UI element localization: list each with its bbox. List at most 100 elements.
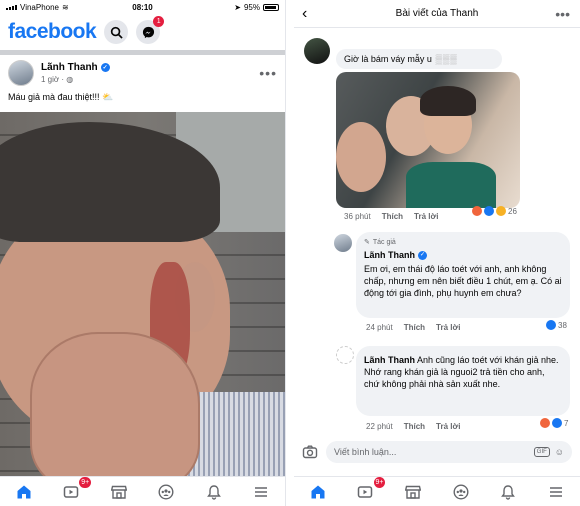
back-button[interactable]: ‹ <box>302 5 307 23</box>
tab-marketplace[interactable] <box>401 480 425 504</box>
status-bar: VinaPhone ≋ 08:10 ➤ 95% <box>0 0 285 14</box>
reply-button[interactable]: Trả lời <box>414 212 438 221</box>
signal-icon <box>6 4 17 10</box>
comment-actions: 36 phút Thích Trả lời <box>344 212 438 221</box>
tab-groups[interactable] <box>449 480 473 504</box>
bell-icon <box>206 484 221 500</box>
comment-bubble: Lãnh Thanh Anh cũng láo toét với khán gi… <box>356 346 570 416</box>
author-badge: ✎ Tác giả <box>364 238 562 247</box>
search-button[interactable] <box>104 20 129 44</box>
comments-title: Bài viết của Thanh <box>395 8 479 19</box>
messenger-button[interactable]: 1 <box>136 16 165 44</box>
author-avatar[interactable] <box>334 234 352 252</box>
carrier-info: VinaPhone ≋ <box>6 3 69 12</box>
post-options-button[interactable]: ••• <box>259 65 277 81</box>
location-icon: ➤ <box>234 2 241 12</box>
tab-menu[interactable] <box>544 480 568 504</box>
video-icon <box>358 485 373 498</box>
panel-separator <box>286 0 294 506</box>
comment-author[interactable]: Lãnh Thanh <box>364 355 415 365</box>
comment-actions: 24 phút Thích Trả lời <box>366 323 460 332</box>
post-photo[interactable] <box>0 112 285 477</box>
bottom-tab-bar: 9+ <box>0 476 285 506</box>
comment-bubble: ✎ Tác giả Lãnh Thanh ✓ Em ơi, em thái độ… <box>356 232 570 318</box>
tab-notifications[interactable] <box>496 480 520 504</box>
comment-bubble: Giờ là bám váy mẫy u ▒▒▒ <box>336 49 502 69</box>
commenter-avatar[interactable] <box>304 38 330 64</box>
post-author-name[interactable]: Lãnh Thanh <box>41 62 98 73</box>
author-badge-label: Tác giả <box>372 239 396 246</box>
pencil-icon: ✎ <box>364 239 370 246</box>
comments-header: ‹ Bài viết của Thanh ••• <box>294 0 580 28</box>
gif-button[interactable]: GIF <box>533 447 550 457</box>
camera-icon[interactable] <box>302 444 318 460</box>
tab-home[interactable] <box>12 480 36 504</box>
comment-author[interactable]: Lãnh Thanh <box>364 249 415 261</box>
home-icon <box>17 485 31 498</box>
angry-icon <box>472 206 482 216</box>
comment-text: Giờ là bám váy mẫy u <box>344 54 432 64</box>
verified-icon: ✓ <box>100 63 110 72</box>
video-badge: 9+ <box>373 476 386 488</box>
comments-panel: ‹ Bài viết của Thanh ••• Giờ là bám váy … <box>294 0 580 506</box>
search-icon <box>110 26 123 39</box>
battery-percent: 95% <box>243 2 260 12</box>
globe-icon: ◍ <box>66 75 74 84</box>
comment-text: Em ơi, em thái độ láo toét với anh, anh … <box>364 263 562 298</box>
reaction-count: 7 <box>564 418 569 428</box>
like-button[interactable]: Thích <box>404 422 425 431</box>
haha-icon <box>496 206 506 216</box>
tab-watch[interactable]: 9+ <box>353 476 386 504</box>
reaction-count: 38 <box>558 320 567 330</box>
comment-photo[interactable] <box>336 72 520 208</box>
like-icon <box>552 418 562 428</box>
reply-button[interactable]: Trả lời <box>436 422 460 431</box>
commenter-avatar[interactable] <box>336 346 354 364</box>
groups-icon <box>158 483 174 500</box>
reaction-summary[interactable]: 26 <box>472 206 517 216</box>
messenger-badge: 1 <box>153 16 165 27</box>
reaction-summary[interactable]: 7 <box>540 418 568 428</box>
author-avatar[interactable] <box>8 60 34 86</box>
post-caption: Máu giả mà đau thiệt!!! ⛅ <box>8 92 114 102</box>
like-icon <box>546 320 556 330</box>
tab-groups[interactable] <box>154 480 178 504</box>
marketplace-icon <box>110 485 127 499</box>
angry-icon <box>540 418 550 428</box>
facebook-logo: facebook <box>8 20 97 43</box>
comment-time: 36 phút <box>344 212 371 221</box>
messenger-icon <box>142 26 154 38</box>
tab-marketplace[interactable] <box>107 480 131 504</box>
battery-icon <box>263 3 279 11</box>
reply-button[interactable]: Trả lời <box>436 323 460 332</box>
verified-icon: ✓ <box>418 251 427 260</box>
video-badge: 9+ <box>79 476 92 488</box>
comment-input[interactable]: Viết bình luận... GIF ☺ <box>326 441 572 463</box>
feed-header: facebook 1 <box>0 14 285 50</box>
like-icon <box>484 206 494 216</box>
reaction-summary[interactable]: 38 <box>546 320 567 330</box>
like-button[interactable]: Thích <box>382 212 403 221</box>
tab-watch[interactable]: 9+ <box>59 476 92 504</box>
menu-icon <box>550 486 563 497</box>
tab-menu[interactable] <box>249 480 273 504</box>
tab-notifications[interactable] <box>202 480 226 504</box>
feed-panel: VinaPhone ≋ 08:10 ➤ 95% facebook 1 Lãnh … <box>0 0 286 506</box>
comment-actions: 22 phút Thích Trả lời <box>366 422 460 431</box>
comment-composer: Viết bình luận... GIF ☺ <box>294 436 580 468</box>
comment-time: 24 phút <box>366 323 393 332</box>
reaction-count: 26 <box>508 206 517 216</box>
groups-icon <box>453 483 469 500</box>
marketplace-icon <box>405 485 422 499</box>
like-button[interactable]: Thích <box>404 323 425 332</box>
post-timestamp[interactable]: 1 giờ · <box>41 75 64 84</box>
carrier-name: VinaPhone <box>20 2 59 12</box>
thread-options-button[interactable]: ••• <box>555 6 570 22</box>
bottom-tab-bar: 9+ <box>294 476 580 506</box>
comment-input-placeholder: Viết bình luận... <box>334 447 397 457</box>
tab-home[interactable] <box>306 480 330 504</box>
emoji-icon[interactable]: ☺ <box>555 447 564 457</box>
section-divider <box>0 50 285 55</box>
comment-time: 22 phút <box>366 422 393 431</box>
wifi-icon: ≋ <box>62 2 69 12</box>
